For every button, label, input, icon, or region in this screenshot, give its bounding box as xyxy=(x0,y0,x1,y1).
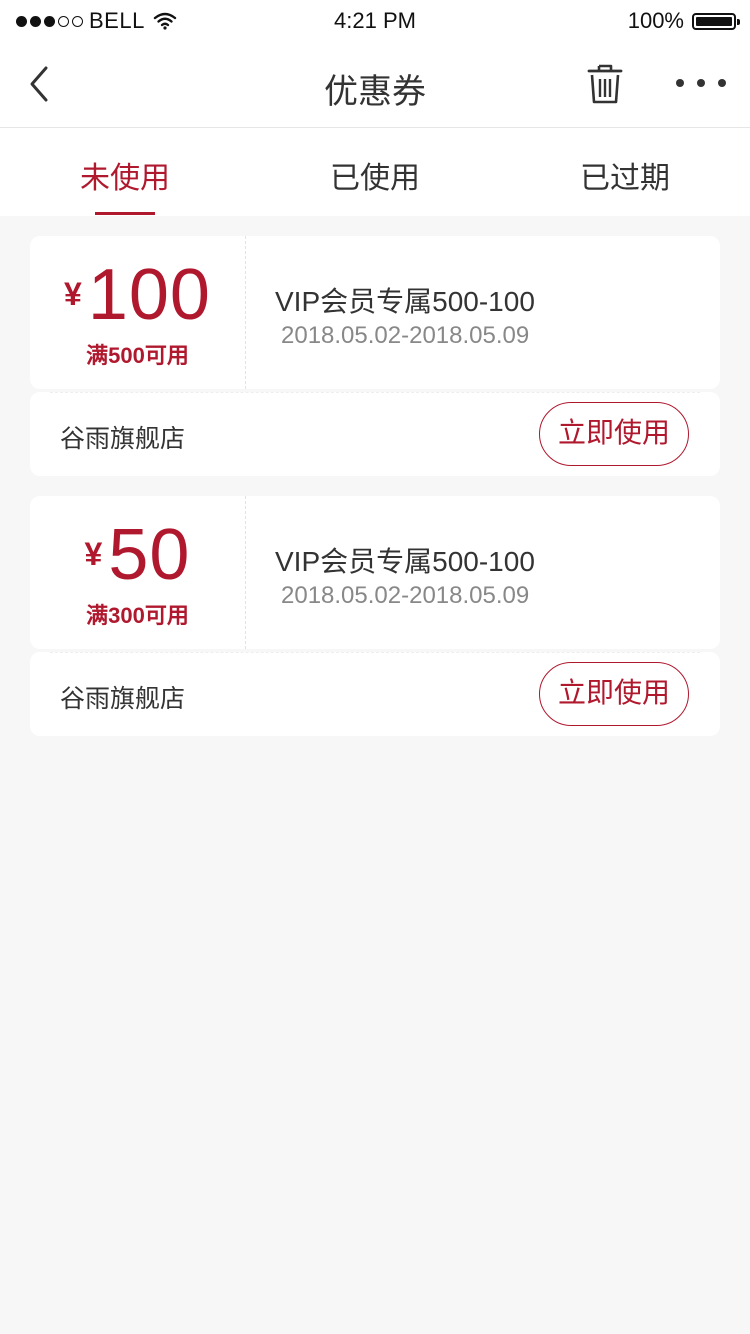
status-bar: BELL 4:21 PM 100% xyxy=(0,0,750,40)
currency-symbol: ¥ xyxy=(64,276,82,312)
coupon-condition: 满500可用 xyxy=(86,343,189,368)
coupon-date-range: 2018.05.02-2018.05.09 xyxy=(281,322,530,349)
battery-status: 100% xyxy=(627,8,740,34)
coupon-main: ¥50 满300可用 VIP会员专属500-100 2018.05.02-201… xyxy=(30,496,720,649)
coupon-footer-divider xyxy=(50,392,700,393)
coupon-footer-divider xyxy=(50,652,700,653)
nav-bar: 优惠券 xyxy=(0,40,750,128)
coupon-value: 50 xyxy=(108,515,191,595)
more-icon[interactable] xyxy=(676,76,726,90)
coupon-title: VIP会员专属500-100 xyxy=(275,546,535,577)
coupon-title: VIP会员专属500-100 xyxy=(275,286,535,317)
battery-percent: 100% xyxy=(627,8,684,33)
store-name: 谷雨旗舰店 xyxy=(60,685,186,713)
coupon-footer: 谷雨旗舰店 立即使用 xyxy=(30,392,720,476)
coupon-amount: ¥100 xyxy=(30,254,245,336)
battery-icon xyxy=(692,12,740,30)
coupon-condition: 满300可用 xyxy=(86,603,189,628)
coupon-divider xyxy=(245,236,246,389)
coupon-value: 100 xyxy=(87,255,211,335)
coupon-amount: ¥50 xyxy=(30,514,245,596)
currency-symbol: ¥ xyxy=(84,536,103,572)
coupon-main: ¥100 满500可用 VIP会员专属500-100 2018.05.02-20… xyxy=(30,236,720,389)
use-now-button[interactable]: 立即使用 xyxy=(539,402,689,466)
tab-unused[interactable]: 未使用 xyxy=(0,153,250,197)
coupon-divider xyxy=(245,496,246,649)
active-tab-indicator xyxy=(95,212,155,215)
tab-expired[interactable]: 已过期 xyxy=(500,153,750,197)
coupon-footer: 谷雨旗舰店 立即使用 xyxy=(30,652,720,736)
tab-used[interactable]: 已使用 xyxy=(250,153,500,197)
use-now-button[interactable]: 立即使用 xyxy=(539,662,689,726)
tab-bar: 未使用 已使用 已过期 xyxy=(0,128,750,216)
coupon-date-range: 2018.05.02-2018.05.09 xyxy=(281,582,530,609)
page-title: 优惠券 xyxy=(324,73,426,111)
trash-icon[interactable] xyxy=(585,62,625,106)
store-name: 谷雨旗舰店 xyxy=(60,425,186,453)
